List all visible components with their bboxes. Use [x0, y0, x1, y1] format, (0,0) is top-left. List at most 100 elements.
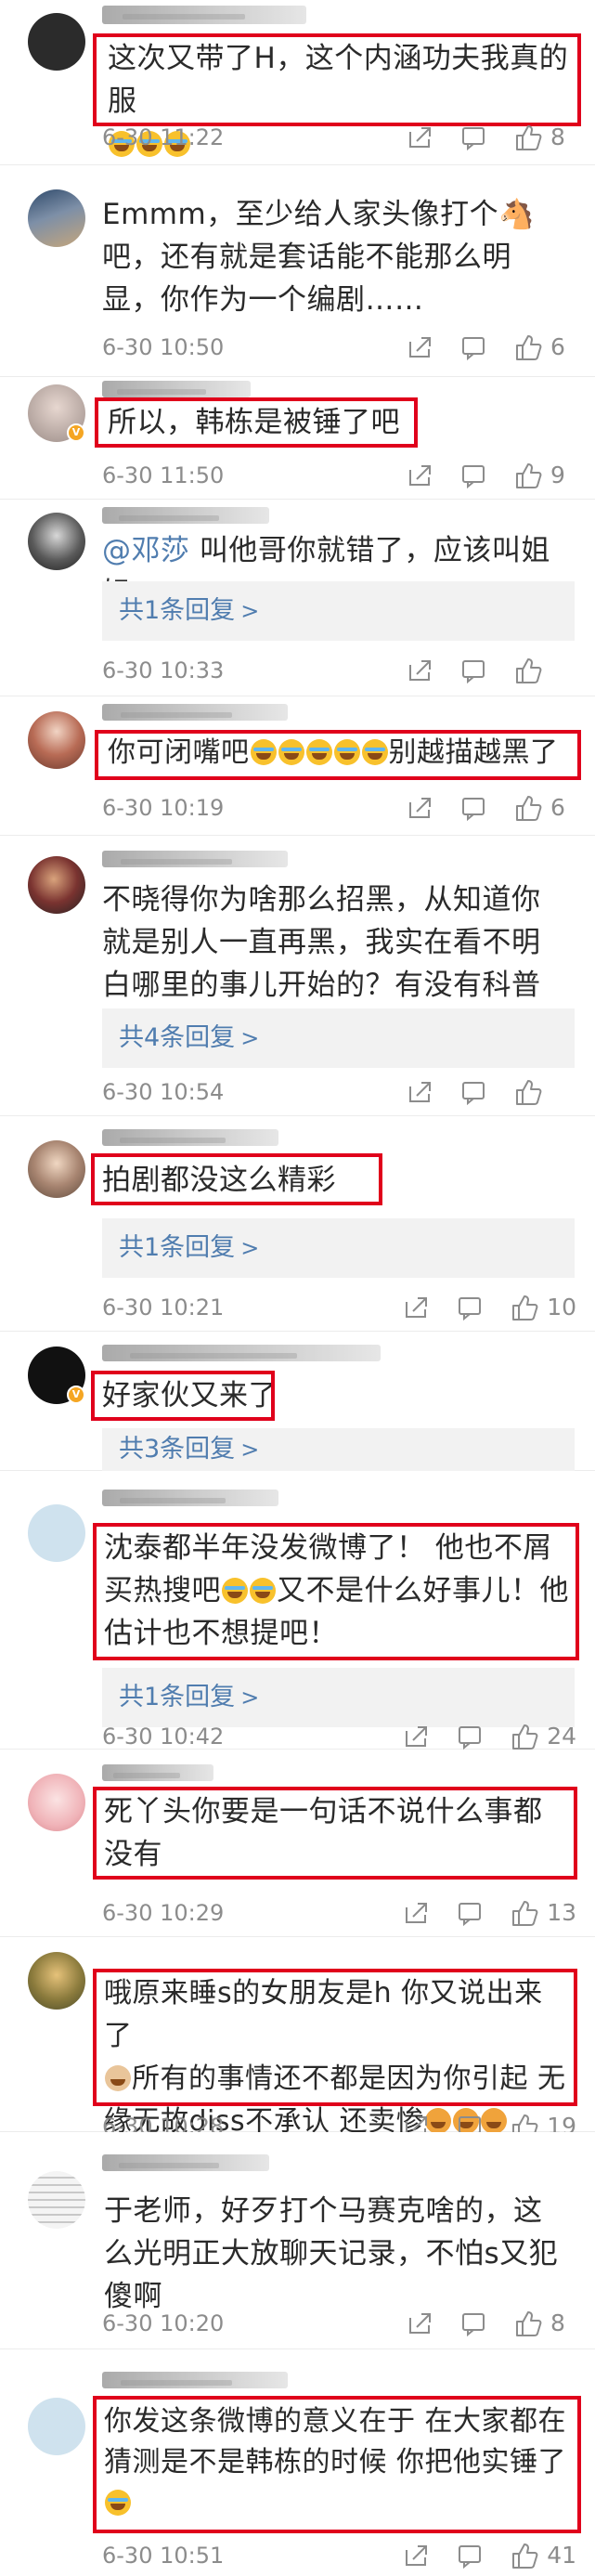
avatar[interactable] — [28, 856, 85, 914]
thumb-up-icon — [510, 2541, 539, 2570]
comment-icon[interactable] — [446, 119, 500, 156]
view-replies-button[interactable]: 共1条回复 > — [102, 581, 575, 641]
comment-text: 你发这条微博的意义在于 在大家都在猜测是不是韩栋的时候 你把他实锤了 — [104, 2401, 569, 2524]
comment-icon[interactable] — [446, 457, 500, 494]
view-replies-button[interactable]: 共3条回复 > — [102, 1428, 575, 1471]
avatar[interactable] — [28, 2398, 85, 2455]
like-count: 8 — [550, 2309, 565, 2336]
username-blurred[interactable] — [102, 1764, 213, 1781]
comment-time: 6-30 10:29 — [102, 1900, 225, 1926]
comment-text: 拍剧都没这么精彩 — [102, 1164, 336, 1197]
username-blurred[interactable] — [102, 1345, 381, 1361]
username-blurred[interactable] — [102, 6, 306, 24]
dog-emoji-icon — [105, 2065, 131, 2091]
comment-icon[interactable] — [446, 329, 500, 366]
avatar[interactable] — [28, 1952, 85, 2010]
comment-meta: 6-30 10:50 6 — [102, 329, 576, 366]
comment-meta: 6-30 10:33 — [102, 652, 576, 689]
comment-time: 6-30 10:21 — [102, 1295, 225, 1321]
laugh-cry-emoji-icon — [361, 739, 388, 765]
comment-text: 所以，韩栋是被锤了吧 — [108, 406, 400, 439]
avatar[interactable] — [28, 1504, 85, 1562]
like-button[interactable]: 8 — [513, 119, 576, 156]
comment-time: 6-30 10:19 — [102, 795, 225, 821]
share-icon[interactable] — [389, 2537, 443, 2574]
comment-text: Emmm，至少给人家头像打个🐴吧，还有就是套话能不能那么明显，你作为一个编剧…… — [102, 198, 536, 317]
username-blurred[interactable] — [102, 851, 288, 867]
like-count: 6 — [550, 794, 565, 821]
comment-meta: 6-30 11:22 8 — [102, 119, 576, 156]
laugh-cry-emoji-icon — [278, 739, 304, 765]
avatar[interactable] — [28, 711, 85, 769]
comment-meta: 6-30 10:54 — [102, 1073, 576, 1111]
comment-text: 好家伙又来了 — [102, 1379, 278, 1412]
avatar[interactable] — [28, 2171, 85, 2229]
username-blurred[interactable] — [102, 507, 269, 524]
share-icon[interactable] — [393, 329, 446, 366]
like-button[interactable]: 10 — [510, 1289, 576, 1326]
like-count: 13 — [547, 1899, 576, 1926]
avatar[interactable] — [28, 513, 85, 570]
view-replies-button[interactable]: 共4条回复 > — [102, 1008, 575, 1068]
share-icon[interactable] — [393, 1073, 446, 1111]
chevron-right-icon: > — [240, 598, 260, 624]
username-blurred[interactable] — [102, 2372, 288, 2388]
like-button[interactable]: 41 — [510, 2537, 576, 2574]
comment-item: 你发这条微博的意义在于 在大家都在猜测是不是韩栋的时候 你把他实锤了 6-30 … — [0, 2349, 595, 2576]
username-blurred[interactable] — [102, 381, 251, 397]
comment-icon[interactable] — [446, 652, 500, 689]
share-icon[interactable] — [393, 119, 446, 156]
comment-icon[interactable] — [446, 789, 500, 826]
username-blurred[interactable] — [102, 2154, 269, 2171]
comment-item: 死丫头你要是一句话不说什么事都没有 6-30 10:29 13 — [0, 1750, 595, 1937]
avatar[interactable] — [28, 1140, 85, 1198]
like-button[interactable]: 6 — [513, 329, 576, 366]
like-count: 41 — [547, 2542, 576, 2569]
view-replies-button[interactable]: 共1条回复 > — [102, 1218, 575, 1278]
comment-item: 不晓得你为啥那么招黑，从知道你就是别人一直再黑，我实在看不明白哪里的事儿开始的？… — [0, 836, 595, 1116]
laugh-cry-emoji-icon — [305, 739, 332, 765]
comment-icon[interactable] — [443, 1289, 497, 1326]
like-button[interactable] — [513, 1077, 576, 1107]
comment-time: 6-30 11:22 — [102, 124, 225, 150]
laugh-cry-emoji-icon — [250, 739, 277, 765]
comment-item: 这次又带了H，这个内涵功夫我真的服 6-30 11:22 8 — [0, 0, 595, 165]
avatar[interactable] — [28, 1774, 85, 1831]
share-icon[interactable] — [393, 789, 446, 826]
comment-time: 6-30 10:33 — [102, 657, 225, 683]
comment-meta: 6-30 10:20 8 — [102, 2305, 576, 2342]
username-blurred[interactable] — [102, 1129, 278, 1146]
thumb-up-icon — [513, 461, 543, 490]
comment-icon[interactable] — [443, 1894, 497, 1932]
comment-icon[interactable] — [446, 1073, 500, 1111]
comment-item: V 好家伙又来了 共3条回复 > — [0, 1332, 595, 1471]
comment-icon[interactable] — [446, 2305, 500, 2342]
mention-link[interactable]: @邓莎 — [102, 534, 190, 567]
comment-text: 于老师，好歹打个马赛克啥的，这么光明正大放聊天记录，不怕s又犯傻啊 — [104, 2194, 559, 2313]
like-button[interactable] — [513, 656, 576, 685]
like-button[interactable]: 8 — [513, 2305, 576, 2342]
thumb-up-icon — [513, 656, 543, 685]
verified-badge-icon: V — [67, 423, 85, 442]
comment-icon[interactable] — [443, 2537, 497, 2574]
share-icon[interactable] — [389, 1289, 443, 1326]
comment-text: 沈泰都半年没发微博了！ 他也不屑买热搜吧 又不是什么好事儿！他估计也不想提吧！ — [104, 1531, 569, 1650]
comment-item: 哦原来睡s的女朋友是h 你又说出来了 所有的事情还不都是因为你引起 无缘无故di… — [0, 1937, 595, 2140]
laugh-cry-emoji-icon — [222, 1578, 248, 1604]
thumb-up-icon — [510, 1898, 539, 1928]
like-button[interactable]: 13 — [510, 1894, 576, 1932]
like-button[interactable]: 6 — [513, 789, 576, 826]
chevron-right-icon: > — [240, 1685, 260, 1711]
username-blurred[interactable] — [102, 1490, 278, 1506]
share-icon[interactable] — [393, 457, 446, 494]
avatar[interactable] — [28, 13, 85, 71]
username-blurred[interactable] — [102, 704, 288, 721]
comment-time: 6-30 10:54 — [102, 1079, 225, 1105]
share-icon[interactable] — [393, 2305, 446, 2342]
avatar[interactable] — [28, 189, 85, 247]
like-count: 9 — [550, 462, 565, 488]
like-button[interactable]: 9 — [513, 457, 576, 494]
share-icon[interactable] — [393, 652, 446, 689]
share-icon[interactable] — [389, 1894, 443, 1932]
thumb-up-icon — [513, 2309, 543, 2338]
